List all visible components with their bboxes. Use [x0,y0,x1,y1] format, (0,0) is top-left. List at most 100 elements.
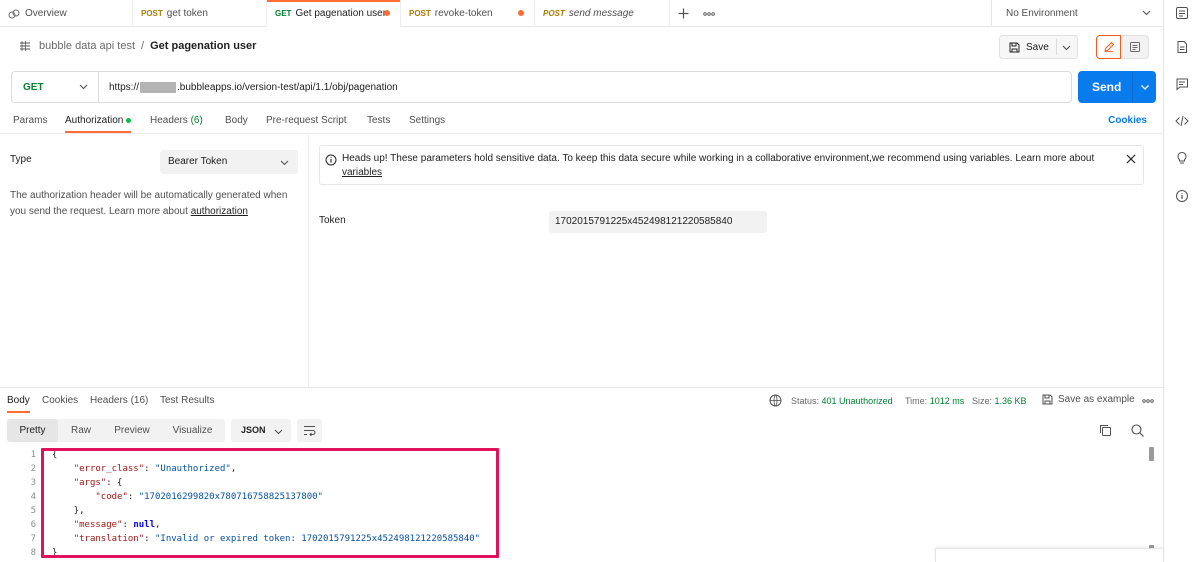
code-snippet-icon[interactable] [1174,113,1190,129]
notice-text: Heads up! These parameters hold sensitiv… [342,153,1095,164]
method-dropdown[interactable]: GET [12,72,99,102]
save-button[interactable]: Save [999,35,1078,59]
view-visualize[interactable]: Visualize [160,419,225,442]
comments-icon[interactable] [1174,76,1190,92]
environment-quick-look-icon[interactable] [1174,5,1190,21]
send-button[interactable]: Send [1078,71,1156,103]
response-size: Size: 1.36 KB [972,396,1027,406]
code-line: "message": null, [52,520,161,530]
tab-params[interactable]: Params [13,115,47,126]
tab-authorization[interactable]: Authorization [65,115,132,133]
size-label: Size: [972,396,993,406]
variables-link[interactable]: variables [342,167,382,178]
overview-icon [8,8,20,20]
response-tab-body[interactable]: Body [7,395,30,413]
response-tab-headers[interactable]: Headers (16) [90,395,148,406]
right-sidebar [1163,0,1200,562]
sensitive-data-notice: Heads up! These parameters hold sensitiv… [319,145,1144,185]
url-suffix: .bubbleapps.io/version-test/api/1.1/obj/… [177,81,398,93]
info-icon[interactable] [1174,188,1190,204]
response-status: Status: 401 Unauthorized [791,396,893,406]
new-tab-button[interactable] [670,0,696,27]
tab-tests[interactable]: Tests [367,115,390,126]
breadcrumb: bubble data api test / Get pagenation us… [18,39,256,53]
send-divider [1132,71,1133,103]
chevron-down-icon[interactable] [1140,81,1150,95]
authorization-link[interactable]: authorization [191,206,248,217]
view-pretty[interactable]: Pretty [7,419,58,442]
redacted-subdomain [140,81,177,93]
search-icon[interactable] [1131,424,1144,440]
tab-label: revoke-token [434,8,493,19]
breadcrumb-collection[interactable]: bubble data api test [39,40,135,52]
environment-selector[interactable]: No Environment [991,0,1163,27]
status-label: Status: [791,396,820,406]
view-preview[interactable]: Preview [104,419,160,442]
chevron-down-icon[interactable] [1062,43,1071,52]
time-value[interactable]: 1012 ms [930,396,965,406]
documentation-view-button[interactable] [1121,35,1149,59]
url-input[interactable]: https:// .bubbleapps.io/version-test/api… [99,81,398,93]
scrollbar-thumb[interactable] [1149,447,1154,461]
status-value[interactable]: 401 Unauthorized [822,396,893,406]
tab-send-message[interactable]: POST send message [535,0,670,27]
auth-description: The authorization header will be automat… [10,188,300,220]
view-raw[interactable]: Raw [58,419,104,442]
line-number: 3 [30,478,36,488]
tab-get-token[interactable]: POST get token [133,0,267,27]
line-number: 6 [30,520,36,530]
copy-icon[interactable] [1099,424,1112,440]
code-line: "code": "1702016299820x78071675882513780… [52,492,323,502]
tab-revoke-token[interactable]: POST revoke-token [401,0,535,27]
tab-overview[interactable]: Overview [0,0,133,27]
globe-network-icon[interactable] [769,394,782,407]
http-request-icon [18,39,32,53]
response-time: Time: 1012 ms [905,396,964,406]
response-tab-cookies[interactable]: Cookies [42,395,78,406]
json-literal-value: null [133,520,155,530]
chevron-down-icon [280,158,289,170]
ellipsis-icon[interactable] [1142,399,1154,403]
wrap-lines-button[interactable] [297,419,322,442]
response-tab-test-results[interactable]: Test Results [160,395,214,406]
json-punctuation: , [230,464,237,474]
auth-type-dropdown[interactable]: Bearer Token [160,150,298,174]
lightbulb-icon[interactable] [1174,150,1190,166]
documentation-icon[interactable] [1174,39,1190,55]
tab-label: get token [166,8,208,19]
tab-settings[interactable]: Settings [409,115,445,126]
size-value[interactable]: 1.36 KB [995,396,1027,406]
token-input[interactable]: 1702015791225x452498121220585840 [549,211,767,233]
save-as-example-button[interactable]: Save as example [1042,394,1135,405]
response-body-editor[interactable]: 1 {2 "error_class": "Unauthorized", 3 "arg… [0,446,1163,562]
tab-get-pagenation-user[interactable]: GET Get pagenation user [267,0,401,27]
code-line: { [52,450,58,460]
edit-mode-button[interactable] [1096,35,1121,59]
save-as-example-label: Save as example [1058,394,1135,405]
line-number: 8 [30,548,36,558]
format-dropdown[interactable]: JSON [231,419,291,442]
cookies-link[interactable]: Cookies [1108,115,1147,126]
chevron-down-icon [1142,8,1151,20]
auth-type-label: Type [10,154,32,165]
auth-type-panel: Type Bearer Token The authorization head… [0,135,309,387]
json-key: "args" [73,478,107,488]
json-separator: : [144,464,155,474]
close-icon[interactable] [1126,154,1136,169]
tab-authorization-label: Authorization [65,115,124,126]
breadcrumb-request-name[interactable]: Get pagenation user [150,40,256,52]
tab-method: POST [409,9,431,18]
json-key: "message" [73,520,123,530]
tab-label: Overview [25,8,67,19]
floating-panel [935,548,1163,562]
tab-headers[interactable]: Headers (6) [150,115,203,126]
tab-prerequest-script[interactable]: Pre-request Script [266,115,347,126]
json-string-value: "1702016299820x780716758825137800" [138,492,323,502]
code-line: } [52,548,58,558]
tab-body[interactable]: Body [225,115,248,126]
request-tab-strip: Overview POST get token GET Get pagenati… [0,0,1163,27]
more-tabs-button[interactable] [696,0,722,27]
json-string-value: "Unauthorized" [154,464,231,474]
response-tabs: Body Cookies Headers (16) Test Results S… [0,388,1163,413]
